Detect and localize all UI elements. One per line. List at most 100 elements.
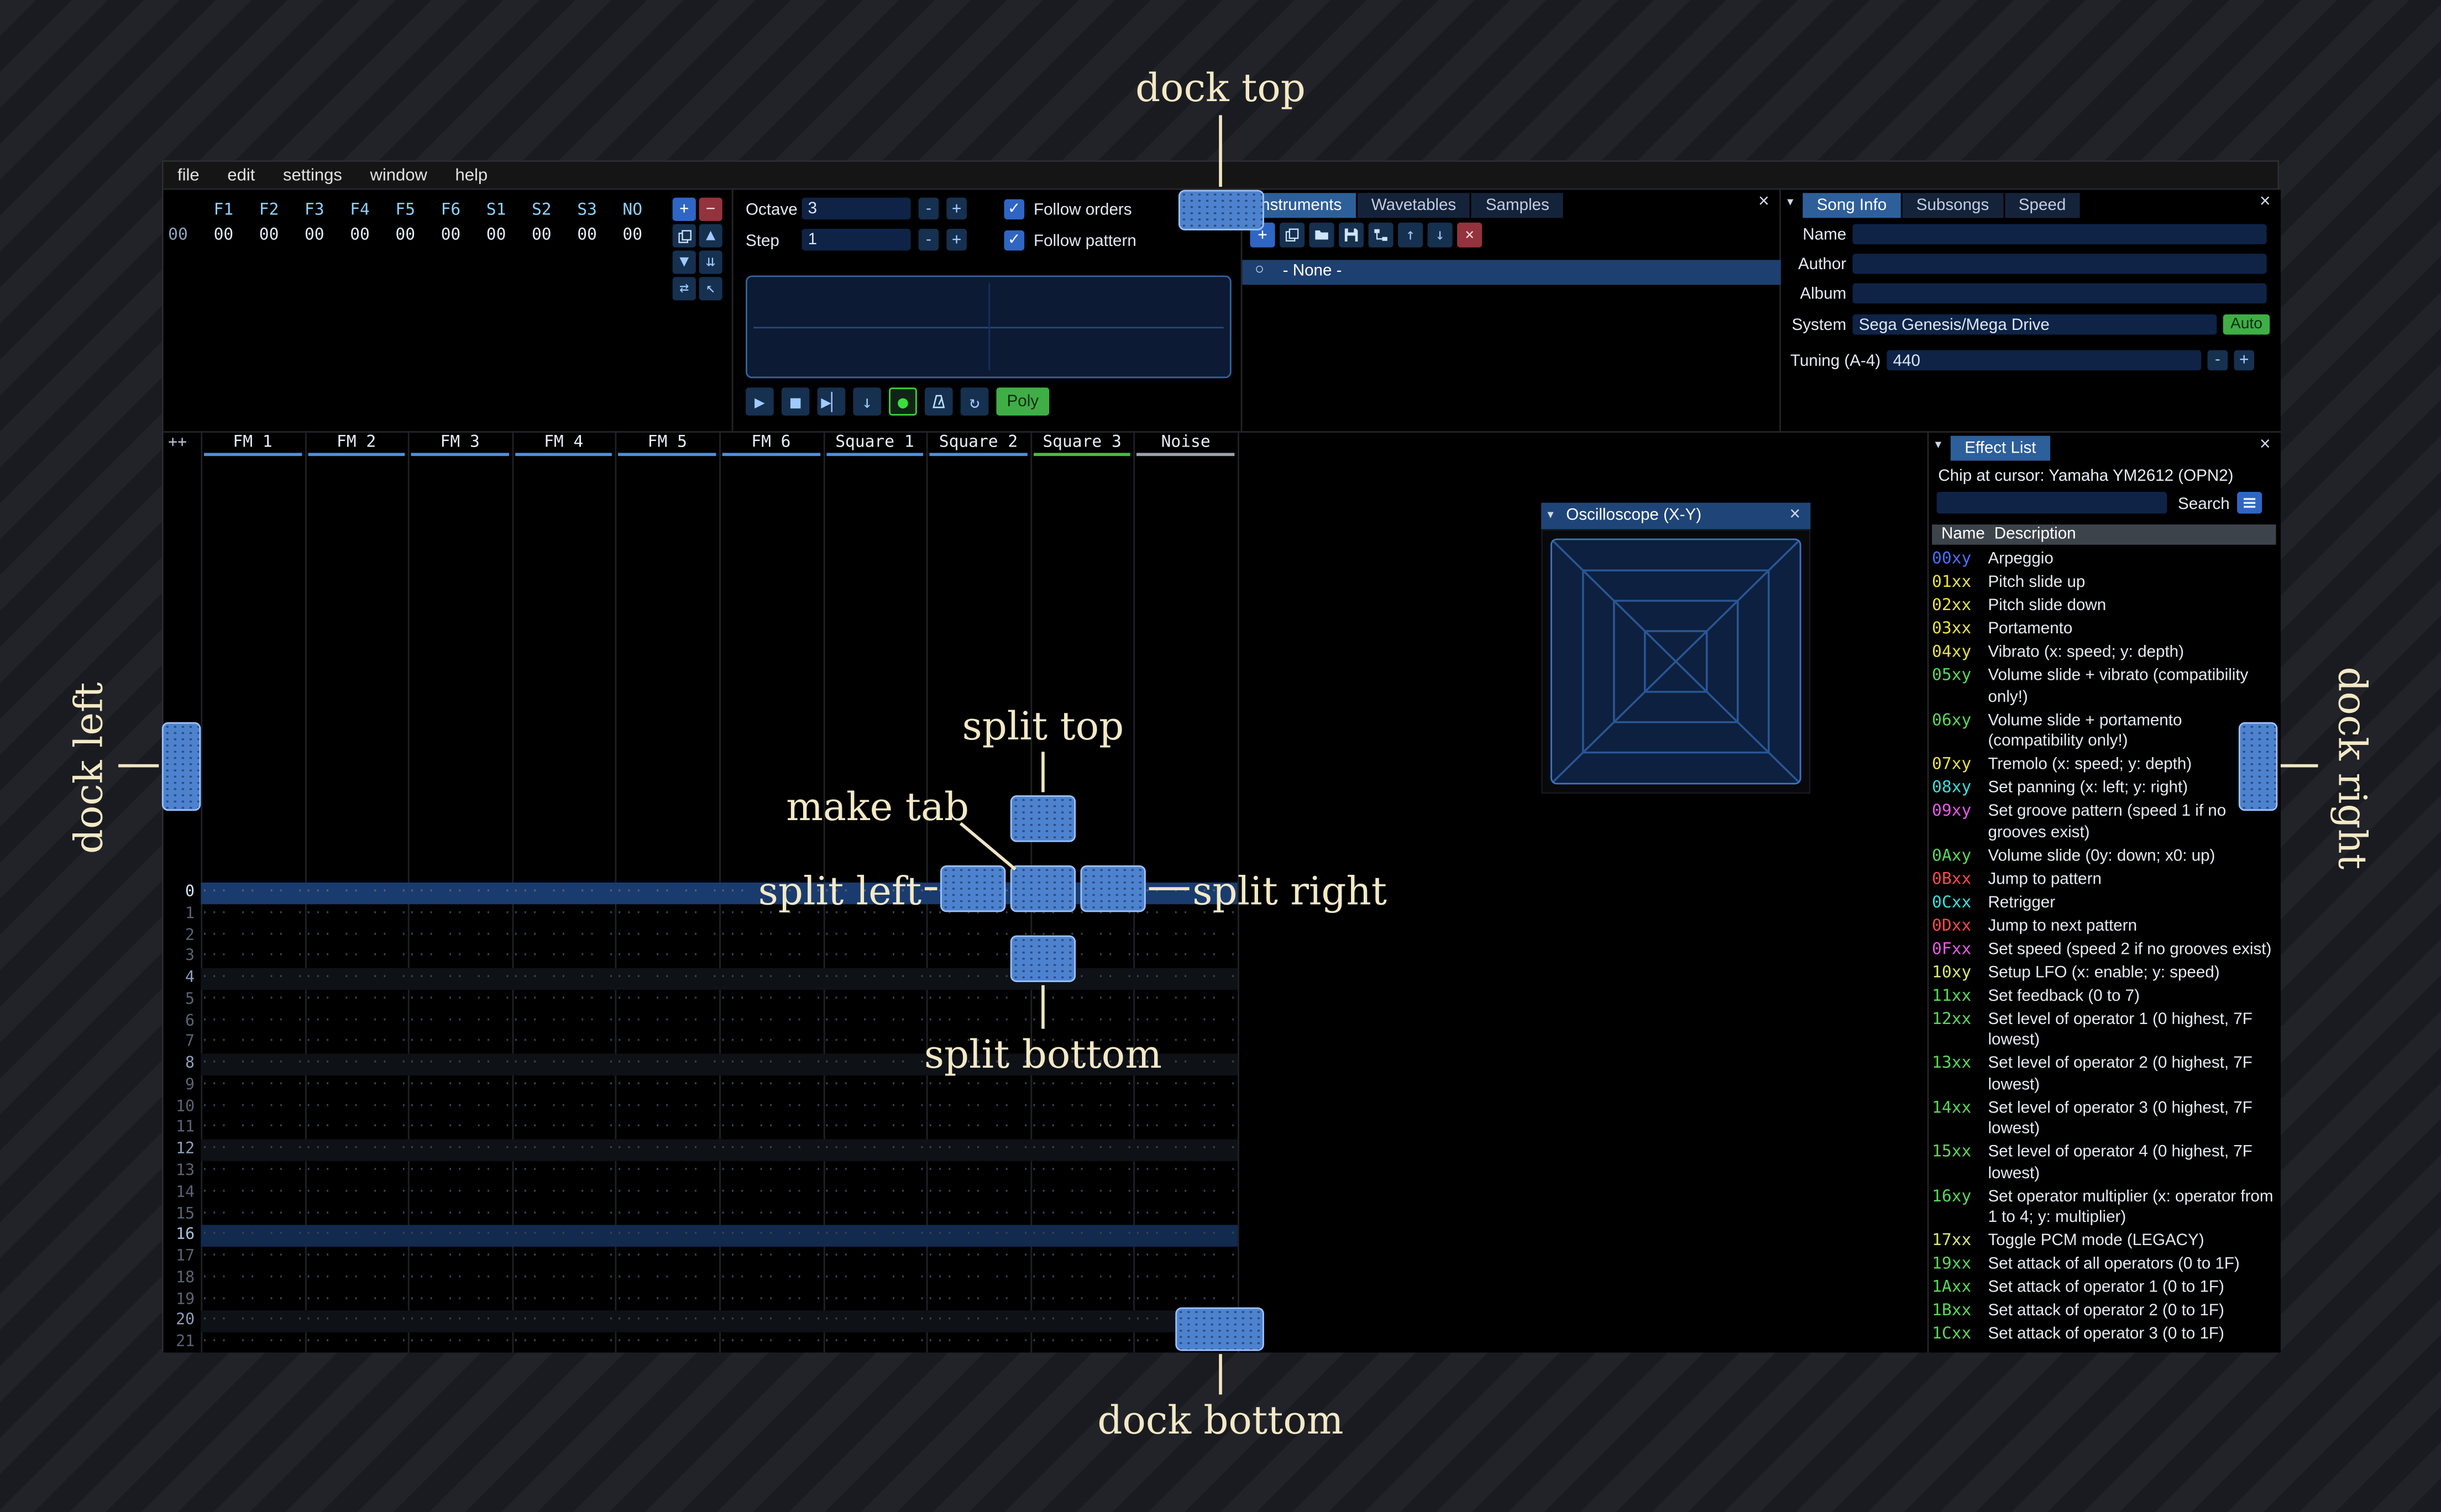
pattern-cell[interactable]: ··· ·· ·· ··· bbox=[408, 1204, 512, 1226]
pattern-cell[interactable]: ··· ·· ·· ··· bbox=[201, 1097, 305, 1119]
pattern-cell[interactable]: ··· ·· ·· ··· bbox=[305, 1161, 408, 1183]
pattern-cell[interactable]: ··· ·· ·· ··· bbox=[408, 883, 512, 904]
pattern-cell[interactable]: ··· ·· ·· ··· bbox=[512, 883, 616, 904]
pattern-cell[interactable]: ··· ·· ·· ··· bbox=[201, 1268, 305, 1290]
pattern-cell[interactable]: ··· ·· ·· ··· bbox=[1030, 1011, 1134, 1033]
follow-pattern-checkbox[interactable]: ✓ bbox=[1004, 230, 1025, 251]
pattern-cell[interactable]: ··· ·· ·· ··· bbox=[201, 947, 305, 968]
step-decrease-button[interactable]: - bbox=[918, 229, 939, 251]
song-tab-song-info[interactable]: Song Info bbox=[1803, 193, 1901, 218]
pattern-cell[interactable]: ··· ·· ·· ··· bbox=[408, 1183, 512, 1204]
pattern-cell[interactable]: ··· ·· ·· ··· bbox=[719, 1290, 823, 1311]
pattern-cell[interactable]: ··· ·· ·· ··· bbox=[408, 947, 512, 968]
pattern-cell[interactable]: ··· ·· ·· ··· bbox=[1134, 1140, 1238, 1161]
order-down-button[interactable]: ▼ bbox=[672, 250, 696, 274]
pattern-cell[interactable]: ··· ·· ·· ··· bbox=[408, 1011, 512, 1033]
menu-help[interactable]: help bbox=[441, 161, 501, 189]
collapse-icon[interactable]: ▾ bbox=[1787, 190, 1803, 215]
channel-header-fm-5[interactable]: FM 5 bbox=[616, 433, 720, 458]
pattern-cell[interactable]: ··· ·· ·· ··· bbox=[1030, 1225, 1134, 1247]
system-select[interactable]: Sega Genesis/Mega Drive bbox=[1852, 314, 2217, 335]
pattern-cell[interactable]: ··· ·· ·· ··· bbox=[823, 1204, 927, 1226]
pattern-cell[interactable]: ··· ·· ·· ··· bbox=[926, 990, 1030, 1011]
effect-search-input[interactable] bbox=[1936, 491, 2167, 514]
delete-instrument-button[interactable]: × bbox=[1457, 222, 1483, 248]
pattern-cell[interactable]: ··· ·· ·· ··· bbox=[408, 1140, 512, 1161]
pattern-cell[interactable]: ··· ·· ·· ··· bbox=[616, 1118, 720, 1140]
remove-order-button[interactable]: − bbox=[699, 197, 722, 221]
pattern-cell[interactable]: ··· ·· ·· ··· bbox=[926, 1011, 1030, 1033]
pattern-cell[interactable]: ··· ·· ·· ··· bbox=[201, 1032, 305, 1054]
pattern-cell[interactable]: ··· ·· ·· ··· bbox=[305, 1054, 408, 1075]
pattern-cell[interactable]: ··· ·· ·· ··· bbox=[823, 925, 927, 947]
step-row-button[interactable]: ↓ bbox=[853, 387, 882, 416]
pattern-cell[interactable]: ··· ·· ·· ··· bbox=[1134, 1268, 1238, 1290]
pattern-cell[interactable]: ··· ·· ·· ··· bbox=[408, 990, 512, 1011]
pattern-cell[interactable]: ··· ·· ·· ··· bbox=[823, 1290, 927, 1311]
channel-header-fm-3[interactable]: FM 3 bbox=[408, 433, 512, 458]
follow-orders-checkbox[interactable]: ✓ bbox=[1004, 199, 1025, 220]
pattern-cell[interactable]: ··· ·· ·· ··· bbox=[305, 1075, 408, 1097]
pattern-cell[interactable]: ··· ·· ·· ··· bbox=[305, 1290, 408, 1311]
pattern-cell[interactable]: ··· ·· ·· ··· bbox=[823, 1268, 927, 1290]
pattern-cell[interactable]: ··· ·· ·· ··· bbox=[926, 1332, 1030, 1352]
pattern-cell[interactable]: ··· ·· ·· ··· bbox=[408, 1161, 512, 1183]
pattern-cell[interactable]: ··· ·· ·· ··· bbox=[823, 1311, 927, 1332]
pattern-cell[interactable]: ··· ·· ·· ··· bbox=[512, 1311, 616, 1332]
pattern-cell[interactable]: ··· ·· ·· ··· bbox=[616, 1097, 720, 1119]
pattern-cell[interactable]: ··· ·· ·· ··· bbox=[719, 1311, 823, 1332]
pattern-cell[interactable]: ··· ·· ·· ··· bbox=[512, 1247, 616, 1268]
tab-effect-list[interactable]: Effect List bbox=[1950, 435, 2050, 461]
pattern-cell[interactable]: ··· ·· ·· ··· bbox=[1030, 1311, 1134, 1332]
channel-header-fm-1[interactable]: FM 1 bbox=[201, 433, 305, 458]
pattern-cell[interactable]: ··· ·· ·· ··· bbox=[616, 1225, 720, 1247]
pattern-cell[interactable]: ··· ·· ·· ··· bbox=[1134, 947, 1238, 968]
octave-increase-button[interactable]: + bbox=[946, 197, 967, 220]
pattern-cell[interactable]: ··· ·· ·· ··· bbox=[926, 1204, 1030, 1226]
pattern-cell[interactable]: ··· ·· ·· ··· bbox=[512, 1011, 616, 1033]
effect-list-menu-button[interactable] bbox=[2237, 491, 2262, 514]
pattern-cell[interactable]: ··· ·· ·· ··· bbox=[1134, 1118, 1238, 1140]
pattern-cell[interactable]: ··· ·· ·· ··· bbox=[512, 925, 616, 947]
order-up-button[interactable]: ▲ bbox=[699, 224, 722, 248]
pattern-cell[interactable]: ··· ·· ·· ··· bbox=[201, 1225, 305, 1247]
order-cell[interactable]: 00 bbox=[519, 225, 564, 244]
pattern-cell[interactable]: ··· ·· ·· ··· bbox=[616, 1332, 720, 1352]
pattern-cell[interactable]: ··· ·· ·· ··· bbox=[926, 1225, 1030, 1247]
pattern-cell[interactable]: ··· ·· ·· ··· bbox=[719, 1140, 823, 1161]
deep-clone-order-button[interactable]: ⇊ bbox=[699, 250, 722, 274]
repeat-pattern-button[interactable]: ↻ bbox=[960, 387, 989, 416]
pattern-cell[interactable]: ··· ·· ·· ··· bbox=[201, 1332, 305, 1352]
pattern-cell[interactable]: ··· ·· ·· ··· bbox=[201, 1204, 305, 1226]
pattern-cell[interactable]: ··· ·· ·· ··· bbox=[305, 1011, 408, 1033]
pattern-cell[interactable]: ··· ·· ·· ··· bbox=[512, 1204, 616, 1226]
make-tab-target[interactable] bbox=[1010, 865, 1076, 912]
step-increase-button[interactable]: + bbox=[946, 229, 967, 251]
instrument-list-item[interactable]: ○ - None - bbox=[1242, 260, 1781, 285]
pattern-cell[interactable]: ··· ·· ·· ··· bbox=[616, 947, 720, 968]
pattern-cell[interactable]: ··· ·· ·· ··· bbox=[1134, 1075, 1238, 1097]
pattern-cell[interactable]: ··· ·· ·· ··· bbox=[719, 1075, 823, 1097]
pattern-cell[interactable]: ··· ·· ·· ··· bbox=[305, 990, 408, 1011]
order-cell[interactable]: 00 bbox=[383, 225, 428, 244]
pattern-cell[interactable]: ··· ·· ·· ··· bbox=[201, 904, 305, 926]
pattern-cell[interactable]: ··· ·· ·· ··· bbox=[408, 1032, 512, 1054]
pattern-cell[interactable]: ··· ·· ·· ··· bbox=[926, 1183, 1030, 1204]
pattern-cell[interactable]: ··· ·· ·· ··· bbox=[201, 1075, 305, 1097]
channel-header-square-1[interactable]: Square 1 bbox=[823, 433, 927, 458]
pattern-cell[interactable]: ··· ·· ·· ··· bbox=[305, 1097, 408, 1119]
dock-right-target[interactable] bbox=[2238, 722, 2278, 811]
pattern-cell[interactable]: ··· ·· ·· ··· bbox=[823, 1247, 927, 1268]
instrument-up-button[interactable]: ↑ bbox=[1398, 222, 1423, 248]
pattern-cell[interactable]: ··· ·· ·· ··· bbox=[408, 1332, 512, 1352]
pattern-cell[interactable]: ··· ·· ·· ··· bbox=[719, 1268, 823, 1290]
pattern-cell[interactable]: ··· ·· ·· ··· bbox=[512, 990, 616, 1011]
pattern-cell[interactable]: ··· ·· ·· ··· bbox=[926, 1140, 1030, 1161]
pattern-corner[interactable]: ++ bbox=[168, 434, 187, 452]
step-input[interactable]: 1 bbox=[802, 229, 911, 251]
pattern-cell[interactable]: ··· ·· ·· ··· bbox=[512, 1332, 616, 1352]
pattern-cell[interactable]: ··· ·· ·· ··· bbox=[512, 1268, 616, 1290]
poly-button[interactable]: Poly bbox=[996, 387, 1050, 416]
author-field[interactable] bbox=[1852, 254, 2267, 274]
pattern-cell[interactable]: ··· ·· ·· ··· bbox=[823, 1161, 927, 1183]
